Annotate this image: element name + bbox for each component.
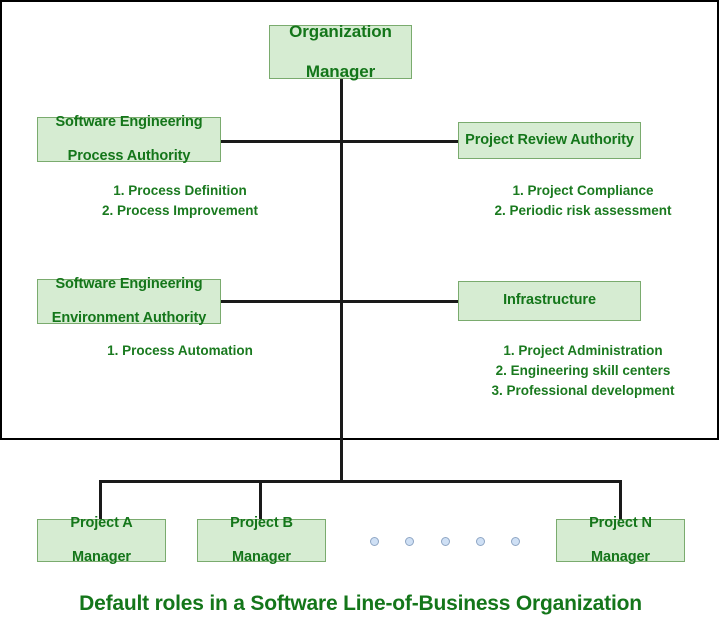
node-project-n-manager[interactable]: Project N Manager [556, 515, 685, 565]
bullet-item: 2. Periodic risk assessment [494, 203, 672, 218]
diagram-caption: Default roles in a Software Line-of-Busi… [79, 592, 642, 615]
ellipsis-dot-icon [511, 536, 520, 546]
bullets-software-engineering-process-authority: 1. Process Definition 2. Process Improve… [50, 181, 310, 221]
node-project-a-line1: Project A [70, 514, 133, 531]
bullet-item: 1. Process Definition [113, 183, 247, 198]
bullet-item: 1. Project Compliance [512, 183, 654, 198]
node-infrastructure[interactable]: Infrastructure [458, 281, 641, 321]
node-sepa-line2: Process Authority [67, 148, 191, 165]
node-pra-line1: Project Review Authority [465, 131, 634, 148]
org-chart-diagram: Organization Manager Software Engineerin… [0, 0, 721, 641]
ellipsis-dots [370, 533, 520, 549]
node-organization-manager-line1: Organization [289, 21, 392, 41]
bullet-item: 1. Process Automation [107, 343, 253, 358]
node-seea-line1: Software Engineering [55, 275, 203, 292]
node-project-n-line2: Manager [591, 549, 650, 566]
node-organization-manager-line2: Manager [305, 62, 376, 82]
node-seea-line2: Environment Authority [51, 310, 207, 327]
node-project-review-authority[interactable]: Project Review Authority [458, 122, 641, 159]
node-software-engineering-process-authority[interactable]: Software Engineering Process Authority [37, 113, 221, 165]
node-project-n-line1: Project N [589, 514, 652, 531]
node-project-a-line2: Manager [72, 549, 131, 566]
node-infrastructure-line1: Infrastructure [503, 292, 596, 309]
bullets-infrastructure: 1. Project Administration 2. Engineering… [452, 341, 714, 401]
project-connector-bar [99, 480, 622, 483]
bullet-item: 2. Engineering skill centers [495, 363, 671, 378]
node-project-b-line2: Manager [232, 549, 291, 566]
node-software-engineering-environment-authority[interactable]: Software Engineering Environment Authori… [37, 275, 221, 327]
node-sepa-line1: Software Engineering [55, 113, 203, 130]
node-project-b-line1: Project B [230, 514, 293, 531]
bullet-item: 3. Professional development [491, 383, 675, 398]
node-project-a-manager[interactable]: Project A Manager [37, 515, 166, 565]
ellipsis-dot-icon [440, 536, 450, 546]
ellipsis-dot-icon [405, 536, 415, 546]
bullets-project-review-authority: 1. Project Compliance 2. Periodic risk a… [452, 181, 714, 221]
staff-connector-line-upper [220, 140, 459, 143]
node-organization-manager[interactable]: Organization Manager [269, 21, 412, 82]
ellipsis-dot-icon [370, 536, 379, 546]
bullet-item: 1. Project Administration [503, 343, 663, 358]
bullet-item: 2. Process Improvement [101, 203, 259, 218]
node-project-b-manager[interactable]: Project B Manager [197, 515, 326, 565]
staff-connector-line-lower [220, 300, 459, 303]
ellipsis-dot-icon [475, 536, 485, 546]
bullets-software-engineering-environment-authority: 1. Process Automation [50, 341, 310, 361]
